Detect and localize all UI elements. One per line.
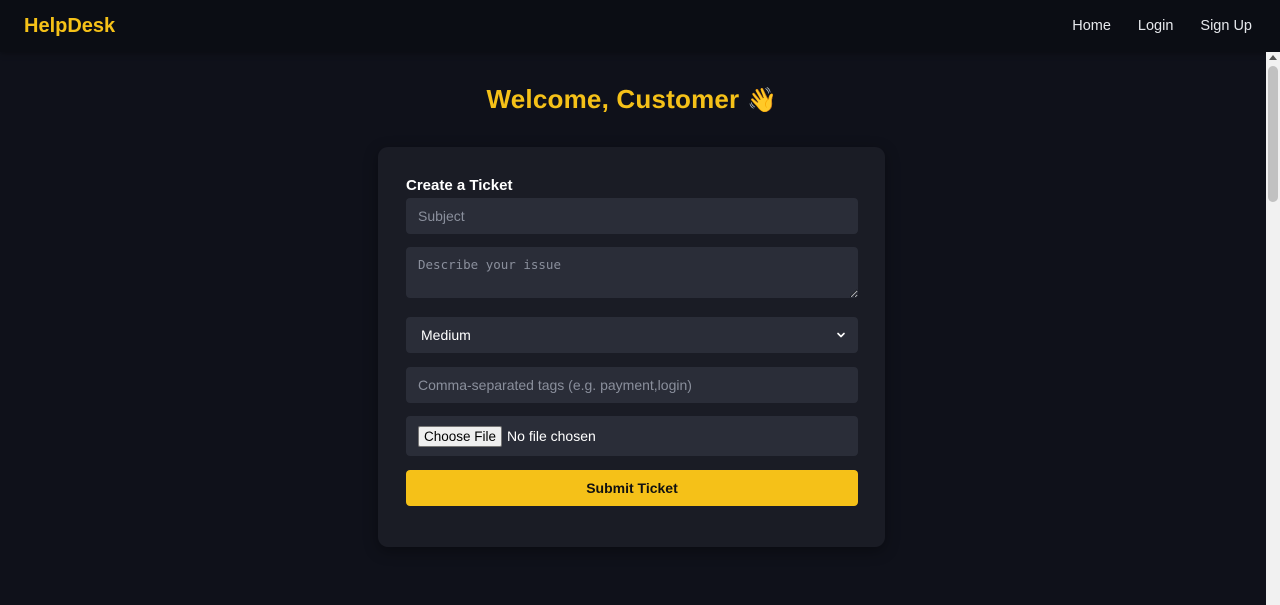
priority-selected-value: Medium <box>421 327 471 343</box>
subject-input[interactable] <box>406 198 858 234</box>
nav-link-login[interactable]: Login <box>1138 18 1173 34</box>
submit-ticket-button[interactable]: Submit Ticket <box>406 470 858 506</box>
create-ticket-card: Create a Ticket Medium Choose File No fi… <box>378 147 885 547</box>
file-upload: Choose File No file chosen <box>406 416 858 456</box>
nav-links: Home Login Sign Up <box>1072 18 1252 34</box>
form-title: Create a Ticket <box>406 177 513 194</box>
waving-hand-icon: 👋 <box>747 87 778 114</box>
scrollbar-thumb[interactable] <box>1268 66 1278 202</box>
chevron-down-icon <box>837 332 845 338</box>
page-scrollbar[interactable] <box>1266 52 1280 605</box>
brand-logo[interactable]: HelpDesk <box>24 15 115 38</box>
scroll-up-arrow-icon[interactable] <box>1269 55 1277 60</box>
description-textarea[interactable] <box>406 247 858 298</box>
page-title: Welcome, Customer 👋 <box>0 84 1264 115</box>
priority-select[interactable]: Medium <box>406 317 858 353</box>
tags-input[interactable] <box>406 367 858 403</box>
choose-file-button[interactable]: Choose File <box>418 425 503 447</box>
nav-link-signup[interactable]: Sign Up <box>1200 18 1252 34</box>
navbar: HelpDesk Home Login Sign Up <box>0 0 1280 52</box>
nav-link-home[interactable]: Home <box>1072 18 1111 34</box>
welcome-text: Welcome, Customer <box>486 84 740 114</box>
file-status-text: No file chosen <box>507 428 596 444</box>
